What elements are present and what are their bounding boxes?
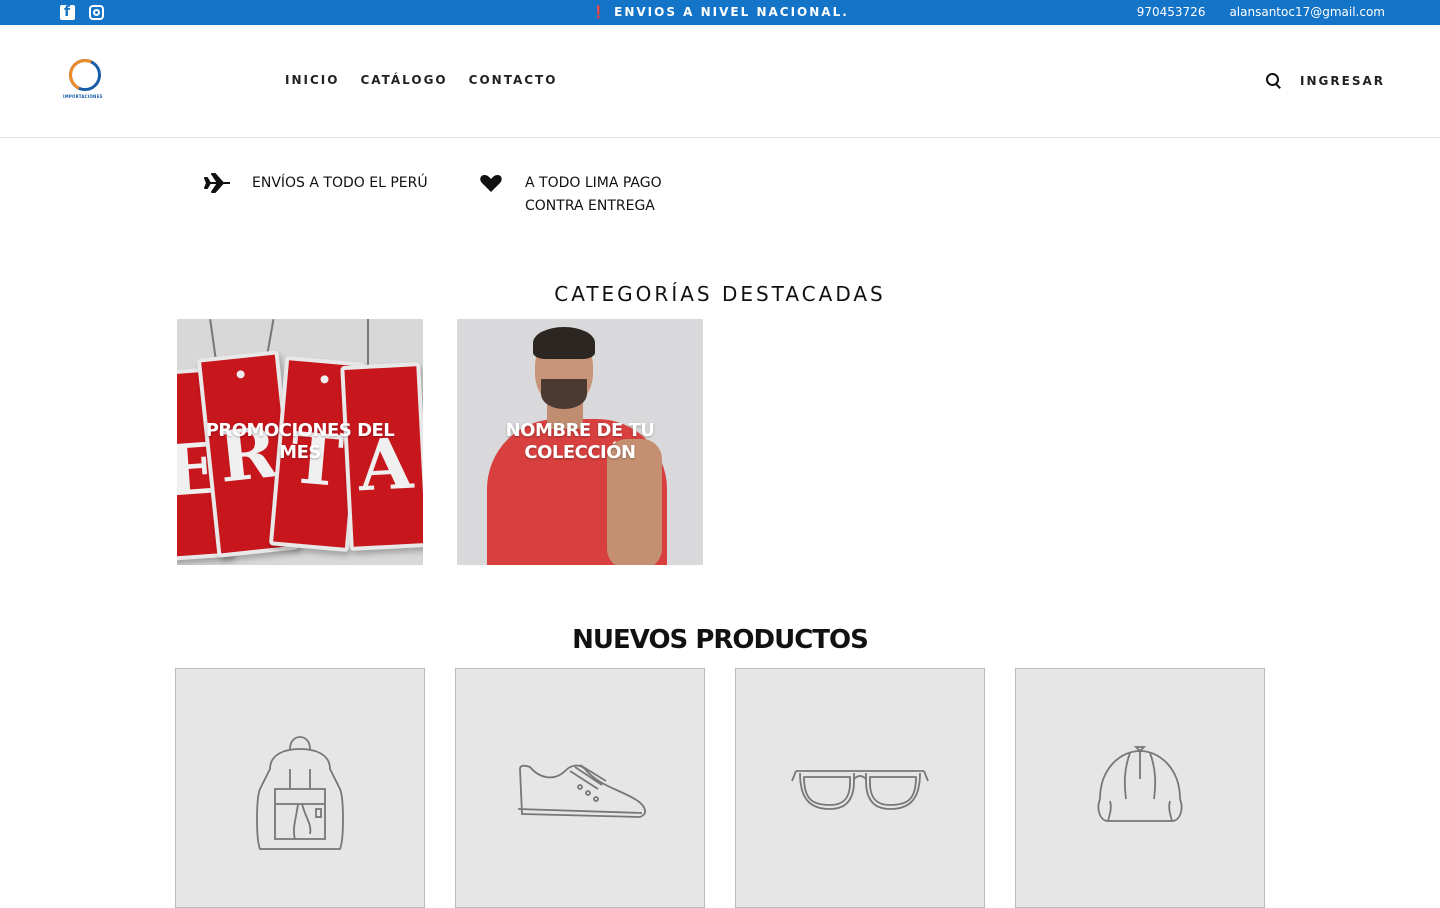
categories-title: CATEGORÍAS DESTACADAS	[554, 282, 886, 306]
email-address[interactable]: alansantoc17@gmail.com	[1229, 5, 1385, 19]
location-pin-icon: ❗	[591, 5, 609, 19]
logo-text: IMPORTACIONES	[63, 94, 103, 99]
glasses-icon	[791, 770, 929, 810]
cap-icon	[1097, 746, 1183, 822]
site-logo[interactable]: IMPORTACIONES	[60, 47, 118, 115]
products-title: NUEVOS PRODUCTOS	[572, 625, 869, 655]
nav-contacto[interactable]: CONTACTO	[469, 73, 558, 87]
category-label: PROMOCIONES DEL MES	[205, 420, 395, 463]
main-nav: INICIO CATÁLOGO CONTACTO	[285, 73, 557, 87]
category-card-collection[interactable]: NOMBRE DE TU COLECCIÓN	[457, 319, 703, 565]
feature-shipping: ENVÍOS A TODO EL PERÚ	[204, 172, 428, 195]
model-beard	[541, 379, 587, 409]
heart-icon	[480, 175, 502, 192]
feature-text: A TODO LIMA PAGO CONTRA ENTREGA	[525, 172, 662, 218]
category-card-promotions[interactable]: E R T A PROMOCIONES DEL MES	[177, 319, 423, 565]
announcement-text: ENVIOS A NIVEL NACIONAL.	[614, 5, 849, 19]
logo-arc	[64, 54, 106, 96]
login-link[interactable]: INGRESAR	[1300, 74, 1385, 88]
backpack-icon	[256, 736, 344, 850]
announcement-bar: ❗ ENVIOS A NIVEL NACIONAL. 970453726 alan…	[0, 0, 1440, 25]
tag-string	[367, 319, 369, 369]
product-card[interactable]	[175, 668, 425, 908]
nav-inicio[interactable]: INICIO	[285, 73, 339, 87]
feature-payment: A TODO LIMA PAGO CONTRA ENTREGA	[477, 172, 662, 218]
product-card[interactable]	[735, 668, 985, 908]
product-card[interactable]	[1015, 668, 1265, 908]
header-actions: INGRESAR	[1266, 73, 1385, 89]
phone-number[interactable]: 970453726	[1137, 5, 1206, 19]
search-icon[interactable]	[1266, 73, 1282, 89]
airplane-icon	[204, 173, 230, 193]
feature-line: ENVÍOS A TODO EL PERÚ	[252, 175, 428, 191]
nav-catalogo[interactable]: CATÁLOGO	[360, 73, 447, 87]
model-hair	[533, 327, 595, 359]
feature-line: A TODO LIMA PAGO	[525, 175, 662, 191]
category-label: NOMBRE DE TU COLECCIÓN	[505, 420, 655, 463]
sneaker-icon	[517, 764, 646, 818]
feature-line: CONTRA ENTREGA	[525, 198, 655, 214]
feature-text: ENVÍOS A TODO EL PERÚ	[252, 172, 428, 195]
product-card[interactable]	[455, 668, 705, 908]
contact-info: 970453726 alansantoc17@gmail.com	[1137, 5, 1385, 19]
site-header: IMPORTACIONES INICIO CATÁLOGO CONTACTO I…	[0, 25, 1440, 138]
